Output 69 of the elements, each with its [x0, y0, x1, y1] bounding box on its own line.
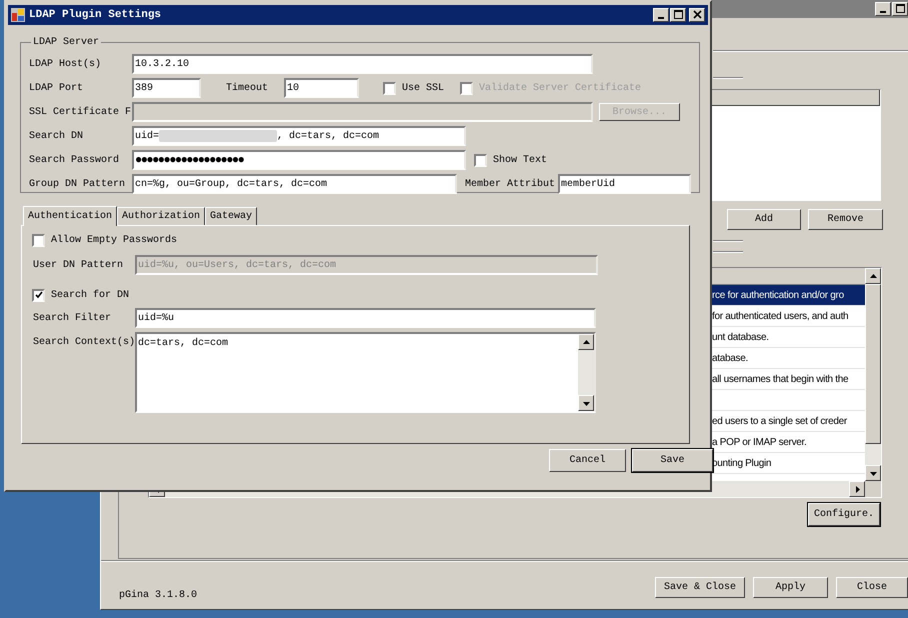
- version-label: pGina 3.1.8.0: [119, 590, 198, 601]
- checkbox-label: Show Text: [493, 154, 548, 168]
- triangle-right-icon: [854, 486, 860, 492]
- group-dn-field[interactable]: cn=%g, ou=Group, dc=tars, dc=com: [132, 174, 457, 194]
- scroll-up-button[interactable]: [578, 334, 594, 350]
- field-label: User DN Pattern: [32, 258, 124, 272]
- field-label: LDAP Host(s): [29, 58, 102, 72]
- scroll-corner: [865, 481, 881, 497]
- maximize-button[interactable]: [892, 2, 908, 16]
- field-label: Search Filter: [32, 312, 112, 326]
- minimize-icon: [880, 11, 886, 13]
- field-label: Member Attribut: [465, 178, 556, 192]
- vertical-scrollbar[interactable]: [865, 268, 881, 497]
- maximize-icon: [896, 4, 904, 13]
- checkbox[interactable]: [32, 234, 45, 246]
- checkbox-label: Allow Empty Passwords: [51, 234, 178, 248]
- scroll-down-button[interactable]: [578, 395, 594, 411]
- checkbox-label: Validate Server Certificate: [479, 82, 642, 96]
- configure-button[interactable]: Configure.: [808, 503, 880, 526]
- field-label: SSL Certificate F: [29, 106, 132, 120]
- checkbox-label: Search for DN: [51, 288, 130, 302]
- apply-button[interactable]: Apply: [753, 577, 828, 598]
- remove-button[interactable]: Remove: [808, 209, 883, 230]
- maximize-button[interactable]: [670, 8, 686, 22]
- minimize-button[interactable]: [875, 2, 891, 16]
- checkbox[interactable]: [383, 82, 396, 94]
- minimize-button[interactable]: [653, 8, 669, 22]
- tab[interactable]: Gateway: [205, 207, 258, 225]
- close-icon: [692, 10, 702, 19]
- vertical-scrollbar[interactable]: [578, 334, 594, 411]
- field-label: Timeout: [226, 82, 270, 96]
- checkbox-label: Use SSL: [402, 82, 444, 96]
- cancel-button[interactable]: Cancel: [549, 449, 626, 472]
- minimize-icon: [658, 17, 664, 19]
- field-label: Search DN: [29, 130, 84, 144]
- save-button[interactable]: Save: [632, 449, 713, 472]
- host-field[interactable]: 10.3.2.10: [132, 54, 593, 74]
- field-label: Group DN Pattern: [29, 178, 126, 192]
- scroll-up-button[interactable]: [865, 268, 881, 284]
- checkbox[interactable]: [474, 154, 487, 166]
- group-title: LDAP Server: [32, 36, 100, 50]
- timeout-field[interactable]: 10: [284, 78, 359, 98]
- window-title: LDAP Plugin Settings: [29, 8, 162, 23]
- search-dn-field[interactable]: uid= , dc=tars, dc=com: [132, 126, 466, 146]
- password-field[interactable]: ●●●●●●●●●●●●●●●●●●●: [132, 150, 466, 170]
- close-button[interactable]: Close: [836, 577, 908, 598]
- field-label: Search Context(s): [32, 336, 135, 350]
- scroll-right-button[interactable]: [849, 481, 865, 497]
- field-label: LDAP Port: [29, 82, 84, 96]
- save-close-button[interactable]: Save & Close: [655, 577, 745, 598]
- checkbox[interactable]: [32, 288, 45, 302]
- search-filter-field[interactable]: uid=%u: [135, 308, 596, 328]
- scroll-down-button[interactable]: [865, 465, 881, 481]
- triangle-down-icon: [582, 400, 590, 406]
- maximize-icon: [674, 10, 682, 19]
- tab[interactable]: Authorization: [117, 207, 206, 225]
- field-label: Search Password: [29, 154, 120, 168]
- tab[interactable]: Authentication: [23, 206, 118, 226]
- app-icon: [11, 8, 25, 22]
- port-field[interactable]: 389: [132, 78, 201, 98]
- triangle-down-icon: [870, 470, 876, 476]
- add-button[interactable]: Add: [727, 209, 801, 230]
- scroll-thumb[interactable]: [865, 284, 881, 444]
- triangle-up-icon: [582, 338, 590, 346]
- close-button[interactable]: [689, 8, 705, 22]
- search-context-field[interactable]: dc=tars, dc=com: [135, 332, 596, 413]
- member-attribute-field[interactable]: memberUid: [558, 174, 691, 194]
- checkmark-icon: [34, 291, 42, 299]
- triangle-up-icon: [870, 272, 876, 280]
